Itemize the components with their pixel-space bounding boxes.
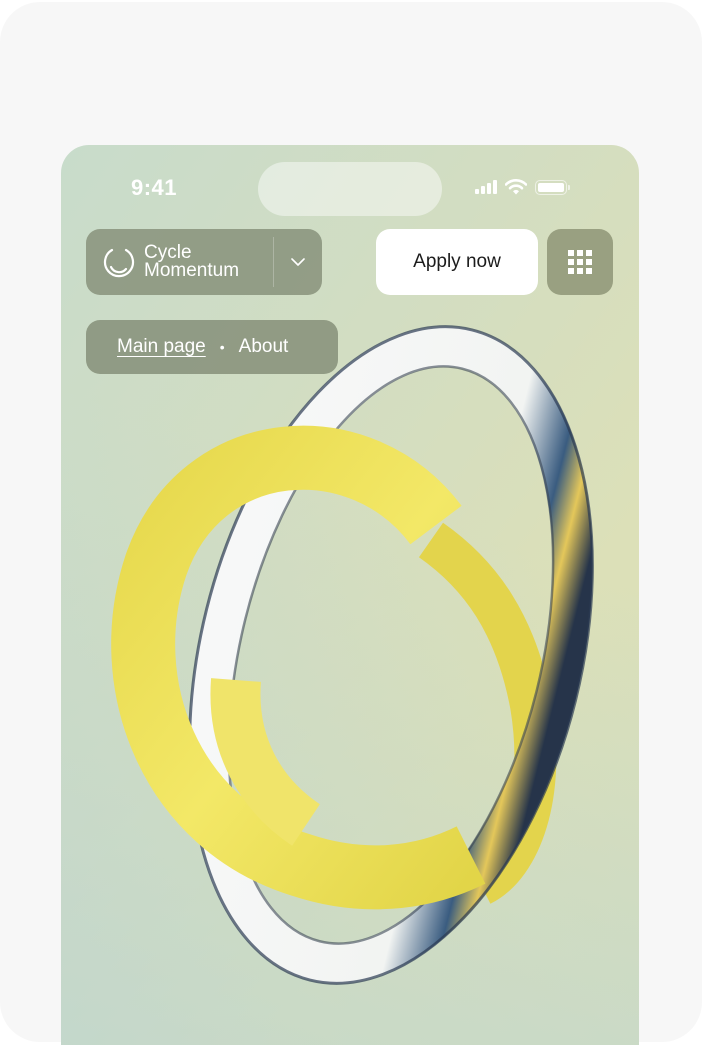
dynamic-island <box>258 162 442 216</box>
breadcrumb-main-page[interactable]: Main page <box>117 336 206 358</box>
grid-menu-button[interactable] <box>547 229 613 295</box>
status-icons <box>475 179 570 195</box>
phone-screen: 9:41 Cycle Momentum Apply now Main page … <box>61 145 639 1045</box>
brand-menu-toggle[interactable] <box>273 229 322 295</box>
brand-name-line2: Momentum <box>144 260 240 281</box>
brand-name: Cycle Momentum <box>144 243 240 281</box>
apply-now-button[interactable]: Apply now <box>376 229 538 295</box>
chevron-down-icon <box>290 258 305 266</box>
cycle-logo-icon <box>103 248 135 278</box>
wifi-icon <box>505 179 527 195</box>
breadcrumb-separator: • <box>219 339 225 355</box>
brand-switcher[interactable]: Cycle Momentum <box>86 229 322 295</box>
status-time: 9:41 <box>131 175 178 200</box>
signal-icon <box>475 180 497 194</box>
breadcrumb-about: About <box>238 336 289 357</box>
breadcrumb: Main page • About <box>86 320 338 374</box>
battery-icon <box>535 179 570 195</box>
grid-menu-icon <box>568 250 592 274</box>
